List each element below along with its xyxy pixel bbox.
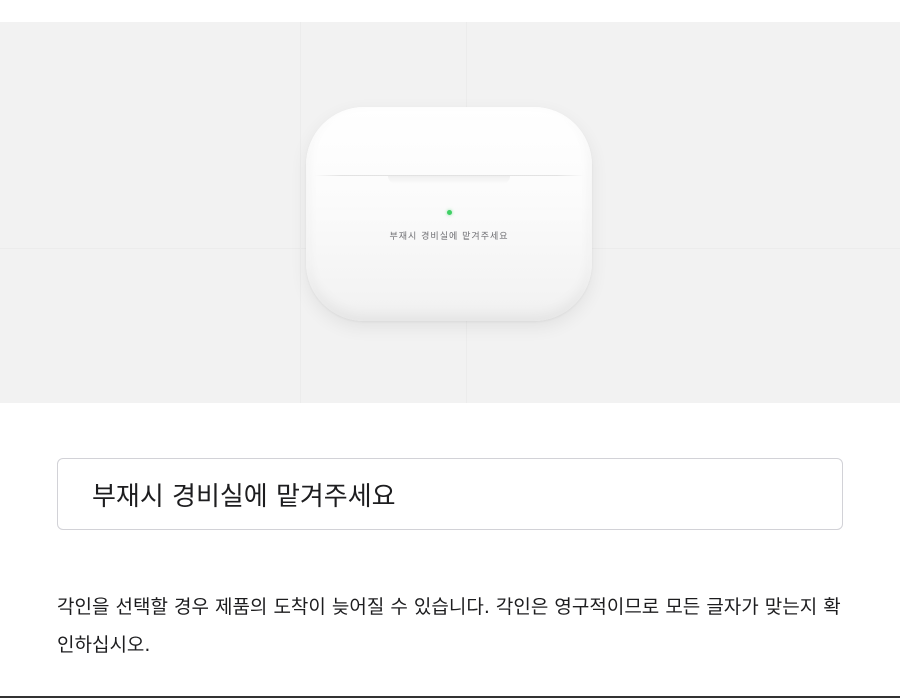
- case-lid-notch: [388, 176, 510, 184]
- engraving-preview-text: 부재시 경비실에 맡겨주세요: [389, 232, 509, 242]
- engraving-notice: 각인을 선택할 경우 제품의 도착이 늦어질 수 있습니다. 각인은 영구적이므…: [57, 596, 841, 656]
- engraving-input-field[interactable]: 부재시 경비실에 맡겨주세요: [57, 458, 843, 530]
- top-spacer: [0, 0, 900, 22]
- status-light: [447, 210, 452, 215]
- product-preview: 부재시 경비실에 맡겨주세요: [0, 22, 900, 403]
- airpods-case-image: 부재시 경비실에 맡겨주세요: [306, 107, 592, 321]
- background-gridline: [300, 22, 301, 403]
